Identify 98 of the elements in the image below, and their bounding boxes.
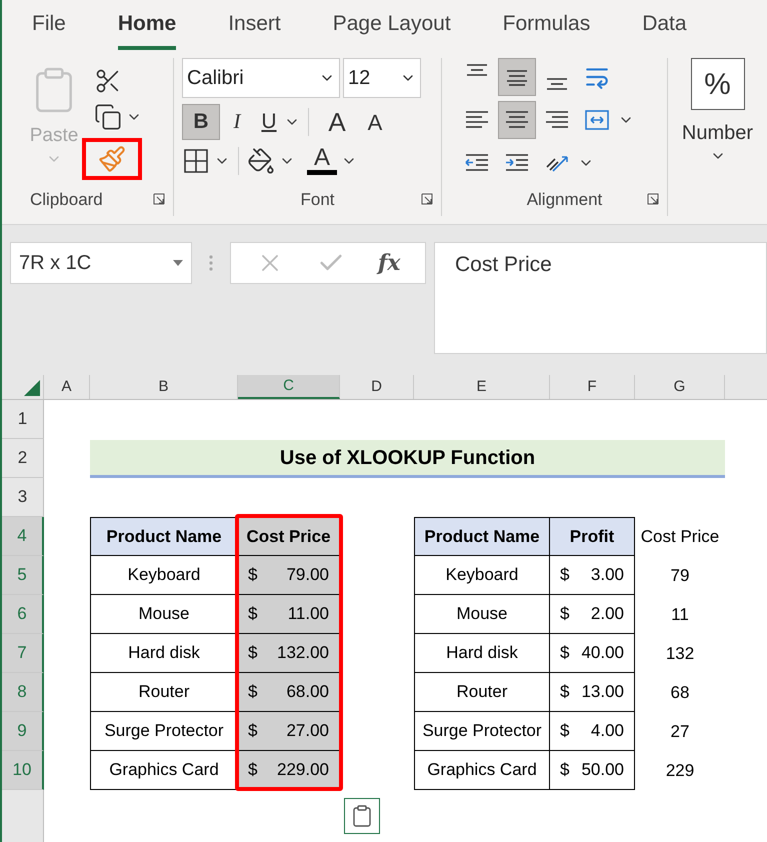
currency-symbol: $ <box>248 681 258 704</box>
currency-symbol: $ <box>560 759 570 782</box>
formula-text: Cost Price <box>455 253 552 276</box>
table-cell: Graphics Card <box>90 751 238 790</box>
table-cell: Router <box>90 673 238 712</box>
caret-icon <box>173 260 183 266</box>
fill-color-icon[interactable] <box>247 146 275 174</box>
dialog-launcher-icon[interactable] <box>421 193 433 206</box>
amount-value: 229.00 <box>277 759 329 782</box>
table-cell: Keyboard <box>90 556 238 595</box>
amount-value: 50.00 <box>581 759 624 782</box>
formula-input[interactable]: Cost Price <box>434 242 767 354</box>
ribbon-tab[interactable]: Insert <box>228 2 281 50</box>
paintbrush-icon <box>98 145 126 173</box>
currency-symbol: $ <box>248 642 258 664</box>
row-number[interactable]: 10 <box>2 751 44 790</box>
amount-value: 3.00 <box>590 564 624 586</box>
bold-button[interactable]: B <box>182 104 220 140</box>
amount-value: 40.00 <box>581 642 624 664</box>
column-letter[interactable]: C <box>238 375 340 399</box>
column-header: Profit <box>550 517 635 556</box>
currency-symbol: $ <box>248 720 258 742</box>
group-label: Clipboard <box>30 188 103 210</box>
borders-icon[interactable] <box>182 146 210 174</box>
row-number[interactable]: 3 <box>2 478 44 517</box>
copy-icon[interactable] <box>94 102 122 132</box>
column-header: Cost Price <box>640 526 720 548</box>
amount-value: 27.00 <box>286 720 329 742</box>
font-size-dropdown[interactable]: 12 <box>343 58 421 98</box>
currency-symbol: $ <box>248 564 258 586</box>
currency-symbol: $ <box>560 564 570 586</box>
table-cell: Hard disk <box>90 634 238 673</box>
column-letter[interactable]: A <box>44 375 90 399</box>
amount-value: 4.00 <box>590 720 624 742</box>
row-number[interactable]: 9 <box>2 712 44 751</box>
amount-value: 79.00 <box>286 564 329 586</box>
more-icon <box>209 255 213 271</box>
format-painter-button[interactable] <box>82 138 142 180</box>
font-color-button[interactable]: A <box>314 146 330 170</box>
insert-function-button[interactable]: fx <box>378 246 400 280</box>
amount-value: 68.00 <box>286 681 329 704</box>
table-cell-text: 132 <box>664 642 696 665</box>
ribbon-tab[interactable]: Page Layout <box>332 2 451 50</box>
center-button[interactable] <box>498 101 536 139</box>
decrease-font-size-button[interactable]: A <box>357 104 393 140</box>
group-label: Font <box>299 188 335 210</box>
table-cell: Surge Protector <box>90 712 238 751</box>
number-format-label[interactable]: Number <box>682 118 754 148</box>
increase-font-size-button[interactable]: A <box>317 104 357 140</box>
table-cell: Mouse <box>90 595 238 634</box>
ribbon-tab[interactable]: File <box>32 2 66 50</box>
name-box-value: 7R x 1C <box>19 251 92 276</box>
row-number[interactable]: 4 <box>2 517 44 556</box>
font-name-value: Calibri <box>187 66 244 91</box>
column-letter[interactable]: D <box>340 375 414 399</box>
row-number[interactable]: 8 <box>2 673 44 712</box>
row-number[interactable]: 1 <box>2 400 44 439</box>
sheet-title: Use of XLOOKUP Function <box>90 440 725 478</box>
row-number[interactable]: 2 <box>2 439 44 478</box>
column-header: Product Name <box>414 517 550 556</box>
row-number[interactable]: 5 <box>2 556 44 595</box>
ribbon-tab[interactable]: Formulas <box>502 2 590 50</box>
middle-align-button[interactable] <box>498 58 536 96</box>
column-letter[interactable]: F <box>550 375 635 399</box>
dialog-launcher-icon[interactable] <box>153 193 165 206</box>
paste-options-button[interactable] <box>344 798 380 834</box>
amount-value: 13.00 <box>581 681 624 704</box>
currency-symbol: $ <box>248 603 258 626</box>
row-number[interactable]: 7 <box>2 634 44 673</box>
column-header: Product Name <box>90 517 238 556</box>
group-label: Alignment <box>526 188 602 210</box>
ribbon-tab[interactable]: Data <box>642 2 687 50</box>
column-letter[interactable]: G <box>635 375 725 399</box>
table-cell-text: 11 <box>670 604 690 626</box>
currency-symbol: $ <box>560 642 570 664</box>
table-cell-text: 68 <box>670 682 690 704</box>
number-format-icon[interactable]: % <box>690 58 744 110</box>
select-all-icon[interactable] <box>24 380 40 396</box>
currency-symbol: $ <box>560 603 570 626</box>
currency-symbol: $ <box>560 681 570 704</box>
name-box[interactable]: 7R x 1C <box>10 242 192 284</box>
amount-value: 2.00 <box>590 603 624 626</box>
font-size-value: 12 <box>348 66 370 91</box>
amount-value: 132.00 <box>277 642 329 664</box>
font-color-bar <box>307 170 337 175</box>
row-number[interactable]: 6 <box>2 595 44 634</box>
amount-value: 11.00 <box>288 603 329 626</box>
table-cell-text: 229 <box>664 760 696 782</box>
column-header: Cost Price <box>238 517 340 556</box>
column-letter[interactable]: E <box>414 375 550 399</box>
dialog-launcher-icon[interactable] <box>646 193 659 206</box>
underline-button[interactable]: U <box>254 104 284 140</box>
table-cell-text: 79 <box>670 564 690 587</box>
currency-symbol: $ <box>248 759 258 782</box>
font-name-dropdown[interactable]: Calibri <box>182 58 340 98</box>
currency-symbol: $ <box>560 720 570 742</box>
italic-button[interactable]: I <box>220 104 254 140</box>
table-cell-text: 27 <box>670 720 690 743</box>
